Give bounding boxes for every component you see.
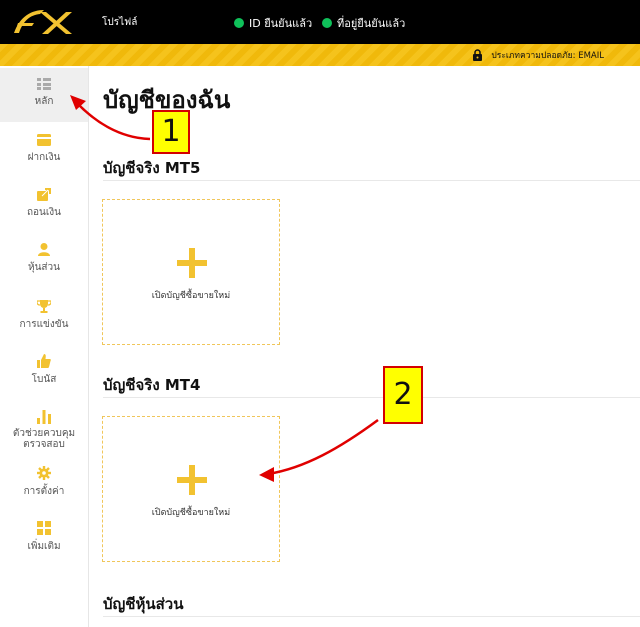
sidebar-item-label: ตัวช่วยควบคุม [12,428,76,439]
gear-icon [37,466,51,480]
sidebar-item-partner[interactable]: หุ้นส่วน [0,243,88,275]
open-account-label: เปิดบัญชีซื้อขายใหม่ [151,291,231,301]
security-info[interactable]: ประเภทความปลอดภัย: EMAIL [472,48,604,62]
check-dot-icon [234,18,244,28]
divider [103,397,640,398]
exness-logo[interactable] [10,6,76,38]
divider [103,180,640,181]
annotation-badge-1: 1 [152,110,190,154]
open-account-card-mt5[interactable]: เปิดบัญชีซื้อขายใหม่ [102,199,280,345]
sidebar-item-label: ฝากเงิน [27,152,61,163]
card-icon [37,134,51,146]
address-verified-status: ที่อยู่ยืนยันแล้ว [322,14,405,32]
sidebar-item-label: หุ้นส่วน [28,262,60,273]
plus-icon [177,248,207,278]
trophy-icon [37,300,51,313]
sidebar-item-label: โบนัส [31,374,57,385]
id-verified-label: ID ยืนยันแล้ว [249,17,313,30]
sidebar-item-settings[interactable]: การตั้งค่า [0,466,88,499]
sidebar-item-label: การแข่งขัน [19,319,69,330]
section-title-mt4: บัญชีจริง MT4 [103,376,201,394]
lock-icon [473,49,483,61]
sidebar-item-label: ถอนเงิน [26,207,62,218]
divider [103,616,640,617]
sidebar-item-contests[interactable]: การแข่งขัน [0,299,88,332]
grid-icon [37,521,51,535]
profile-link[interactable]: โปรไฟล์ [102,15,137,30]
security-bar: ประเภทความปลอดภัย: EMAIL [0,44,640,66]
sidebar-item-label: เพิ่มเติม [27,541,61,552]
sidebar-item-monitoring[interactable]: ตัวช่วยควบคุม ตรวจสอบ [0,410,88,450]
bar-chart-icon [37,410,51,424]
open-account-label: เปิดบัญชีซื้อขายใหม่ [151,508,231,518]
top-bar: โปรไฟล์ ID ยืนยันแล้ว ที่อยู่ยืนยันแล้ว [0,0,640,44]
sidebar-item-label-line2: ตรวจสอบ [23,439,65,450]
sidebar-item-withdraw[interactable]: ถอนเงิน [0,188,88,220]
list-icon [37,78,51,90]
open-account-card-mt4[interactable]: เปิดบัญชีซื้อขายใหม่ [102,416,280,562]
export-icon [37,188,51,201]
sidebar: หลัก ฝากเงิน ถอนเงิน หุ้นส่วน การแข่งขัน [0,66,89,627]
annotation-badge-2: 2 [383,366,423,424]
security-type-label: ประเภทความปลอดภัย: EMAIL [491,51,604,61]
sidebar-item-main[interactable]: หลัก [0,68,88,122]
person-icon [38,243,50,256]
sidebar-item-label: หลัก [34,96,54,107]
sidebar-item-deposit[interactable]: ฝากเงิน [0,134,88,165]
address-verified-label: ที่อยู่ยืนยันแล้ว [337,17,406,30]
sidebar-item-label: การตั้งค่า [23,486,65,497]
section-title-partner: บัญชีหุ้นส่วน [103,595,184,613]
plus-icon [177,465,207,495]
id-verified-status: ID ยืนยันแล้ว [234,14,312,32]
sidebar-item-more[interactable]: เพิ่มเติม [0,521,88,554]
check-dot-icon [322,18,332,28]
thumbs-up-icon [37,354,51,368]
sidebar-item-bonus[interactable]: โบนัส [0,354,88,387]
section-title-mt5: บัญชีจริง MT5 [103,159,201,177]
